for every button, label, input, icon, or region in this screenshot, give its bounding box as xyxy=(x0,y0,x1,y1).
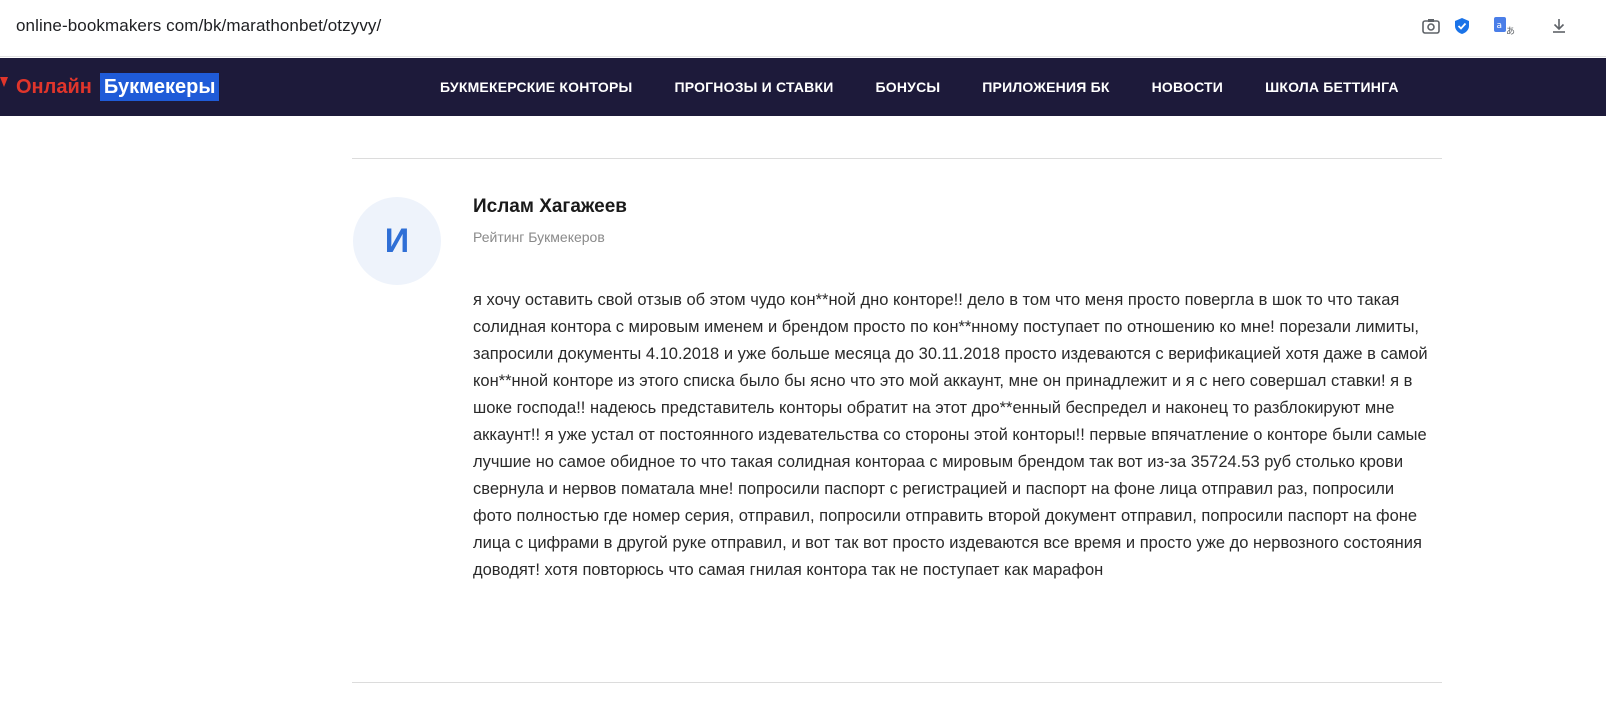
logo-text-part2: Букмекеры xyxy=(99,73,220,101)
menu-item-bonuses[interactable]: БОНУСЫ xyxy=(876,79,941,95)
menu-item-apps[interactable]: ПРИЛОЖЕНИЯ БК xyxy=(982,79,1109,95)
main-menu: БУКМЕКЕРСКИЕ КОНТОРЫ ПРОГНОЗЫ И СТАВКИ Б… xyxy=(440,58,1441,116)
svg-text:a: a xyxy=(1497,21,1503,31)
svg-text:あ: あ xyxy=(1506,26,1515,36)
url-text[interactable]: online-bookmakers com/bk/marathonbet/otz… xyxy=(16,16,381,36)
avatar-letter: И xyxy=(384,221,410,260)
review-author: Ислам Хагажеев xyxy=(473,196,627,217)
screenshot-icon[interactable] xyxy=(1419,14,1443,38)
top-divider xyxy=(352,158,1442,159)
site-logo[interactable]: Онлайн Букмекеры xyxy=(0,72,220,102)
logo-text-part1: Онлайн xyxy=(16,75,92,98)
download-icon[interactable] xyxy=(1547,14,1571,38)
review-text: я хочу оставить свой отзыв об этом чудо … xyxy=(473,291,1428,579)
review-source: Рейтинг Букмекеров xyxy=(473,229,605,245)
browser-address-bar: online-bookmakers com/bk/marathonbet/otz… xyxy=(0,0,1606,57)
site-header: Онлайн Букмекеры БУКМЕКЕРСКИЕ КОНТОРЫ ПР… xyxy=(0,58,1606,116)
menu-item-predictions[interactable]: ПРОГНОЗЫ И СТАВКИ xyxy=(674,79,833,95)
shield-check-icon[interactable] xyxy=(1450,14,1474,38)
translate-icon[interactable]: a あ xyxy=(1492,14,1516,38)
menu-item-news[interactable]: НОВОСТИ xyxy=(1152,79,1223,95)
menu-item-bookmakers[interactable]: БУКМЕКЕРСКИЕ КОНТОРЫ xyxy=(440,79,632,95)
logo-mark-icon xyxy=(0,77,8,87)
avatar: И xyxy=(353,197,441,285)
menu-item-betting-school[interactable]: ШКОЛА БЕТТИНГА xyxy=(1265,79,1399,95)
bottom-divider xyxy=(352,682,1442,683)
